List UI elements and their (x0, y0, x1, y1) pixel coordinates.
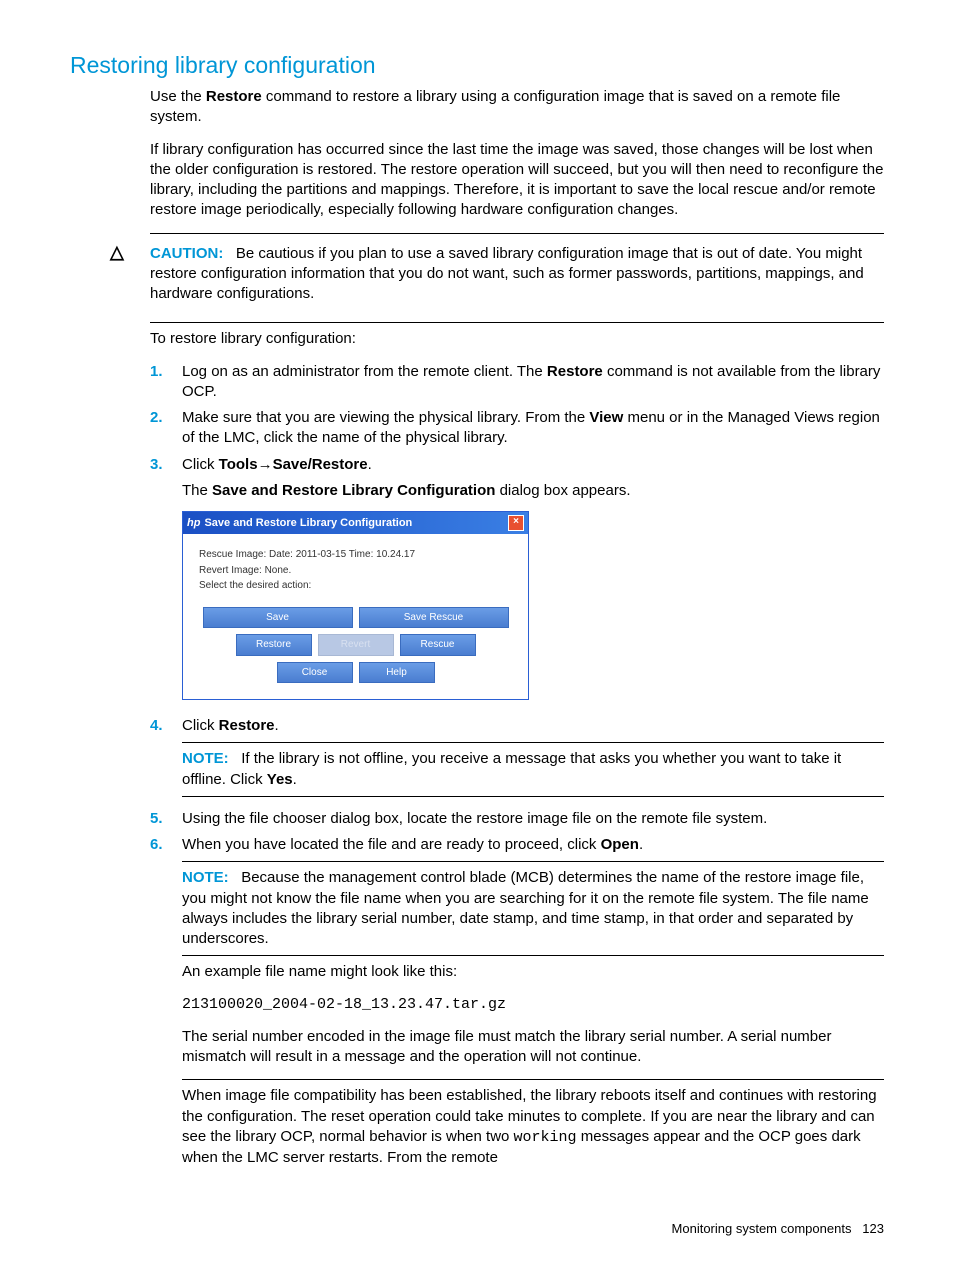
text: Click (182, 456, 219, 473)
caution-block: △ CAUTION: Be cautious if you plan to us… (110, 240, 884, 317)
step-number: 1. (150, 362, 182, 403)
restore-command-bold: Restore (206, 88, 262, 105)
dialog-line-1: Rescue Image: Date: 2011-03-15 Time: 10.… (199, 548, 512, 562)
caution-icon: △ (110, 240, 150, 317)
divider (182, 1079, 884, 1080)
save-restore-dialog: hp Save and Restore Library Configuratio… (182, 511, 529, 700)
text: . (639, 836, 643, 853)
view-bold: View (589, 409, 623, 426)
divider (150, 233, 884, 234)
page-number: 123 (862, 1221, 884, 1236)
working-mono: working (514, 1129, 577, 1146)
step-6: 6. When you have located the file and ar… (150, 835, 884, 1180)
rescue-button[interactable]: Rescue (400, 634, 476, 656)
intro-paragraph-1: Use the Restore command to restore a lib… (150, 87, 884, 128)
step-number: 2. (150, 408, 182, 449)
dialog-line-2: Revert Image: None. (199, 564, 512, 578)
section-heading: Restoring library configuration (70, 50, 884, 81)
caution-text: CAUTION: Be cautious if you plan to use … (150, 244, 884, 305)
text: The (182, 482, 212, 499)
text: dialog box appears. (495, 482, 630, 499)
step-4: 4. Click Restore. NOTE: If the library i… (150, 716, 884, 803)
text: . (368, 456, 372, 473)
step-5: 5. Using the file chooser dialog box, lo… (150, 809, 884, 829)
note-label: NOTE: (182, 750, 229, 767)
save-button[interactable]: Save (203, 607, 353, 629)
help-button[interactable]: Help (359, 662, 435, 684)
example-filename: 213100020_2004-02-18_13.23.47.tar.gz (182, 995, 884, 1015)
text: Using the file chooser dialog box, locat… (182, 809, 884, 829)
restore-button[interactable]: Restore (236, 634, 312, 656)
step-number: 3. (150, 455, 182, 711)
step-number: 4. (150, 716, 182, 803)
open-bold: Open (601, 836, 639, 853)
step-2: 2. Make sure that you are viewing the ph… (150, 408, 884, 449)
intro-paragraph-2: If library configuration has occurred si… (150, 140, 884, 221)
divider (182, 861, 884, 862)
divider (182, 796, 884, 797)
text: Because the management control blade (MC… (182, 869, 869, 947)
note-label: NOTE: (182, 869, 229, 886)
lead-text: To restore library configuration: (150, 329, 884, 349)
page-footer: Monitoring system components 123 (70, 1220, 884, 1238)
final-paragraph: When image file compatibility has been e… (182, 1086, 884, 1168)
restore-bold: Restore (547, 363, 603, 380)
text: Be cautious if you plan to use a saved l… (150, 245, 864, 303)
yes-bold: Yes (267, 771, 293, 788)
saverestore-bold: Save/Restore (273, 456, 368, 473)
step-number: 5. (150, 809, 182, 829)
footer-text: Monitoring system components (672, 1221, 852, 1236)
hp-logo-icon: hp (187, 516, 200, 531)
caution-label: CAUTION: (150, 245, 223, 262)
restore-bold: Restore (219, 717, 275, 734)
close-button[interactable]: Close (277, 662, 353, 684)
step-number: 6. (150, 835, 182, 1180)
step-1: 1. Log on as an administrator from the r… (150, 362, 884, 403)
dialog-titlebar: hp Save and Restore Library Configuratio… (183, 512, 528, 534)
tools-bold: Tools (219, 456, 258, 473)
divider (182, 742, 884, 743)
serial-text: The serial number encoded in the image f… (182, 1027, 884, 1068)
text: Use the (150, 88, 206, 105)
text: When you have located the file and are r… (182, 836, 601, 853)
dialog-name-bold: Save and Restore Library Configuration (212, 482, 495, 499)
text: Make sure that you are viewing the physi… (182, 409, 589, 426)
text: . (293, 771, 297, 788)
divider (150, 322, 884, 323)
save-rescue-button[interactable]: Save Rescue (359, 607, 509, 629)
text: . (275, 717, 279, 734)
arrow-icon: → (258, 456, 273, 473)
text: Click (182, 717, 219, 734)
revert-button: Revert (318, 634, 394, 656)
close-icon[interactable]: × (508, 515, 524, 531)
example-lead: An example file name might look like thi… (182, 962, 884, 982)
dialog-line-3: Select the desired action: (199, 579, 512, 593)
dialog-title-text: Save and Restore Library Configuration (204, 516, 412, 531)
divider (182, 955, 884, 956)
step-3: 3. Click Tools→Save/Restore. The Save an… (150, 455, 884, 711)
text: Log on as an administrator from the remo… (182, 363, 547, 380)
